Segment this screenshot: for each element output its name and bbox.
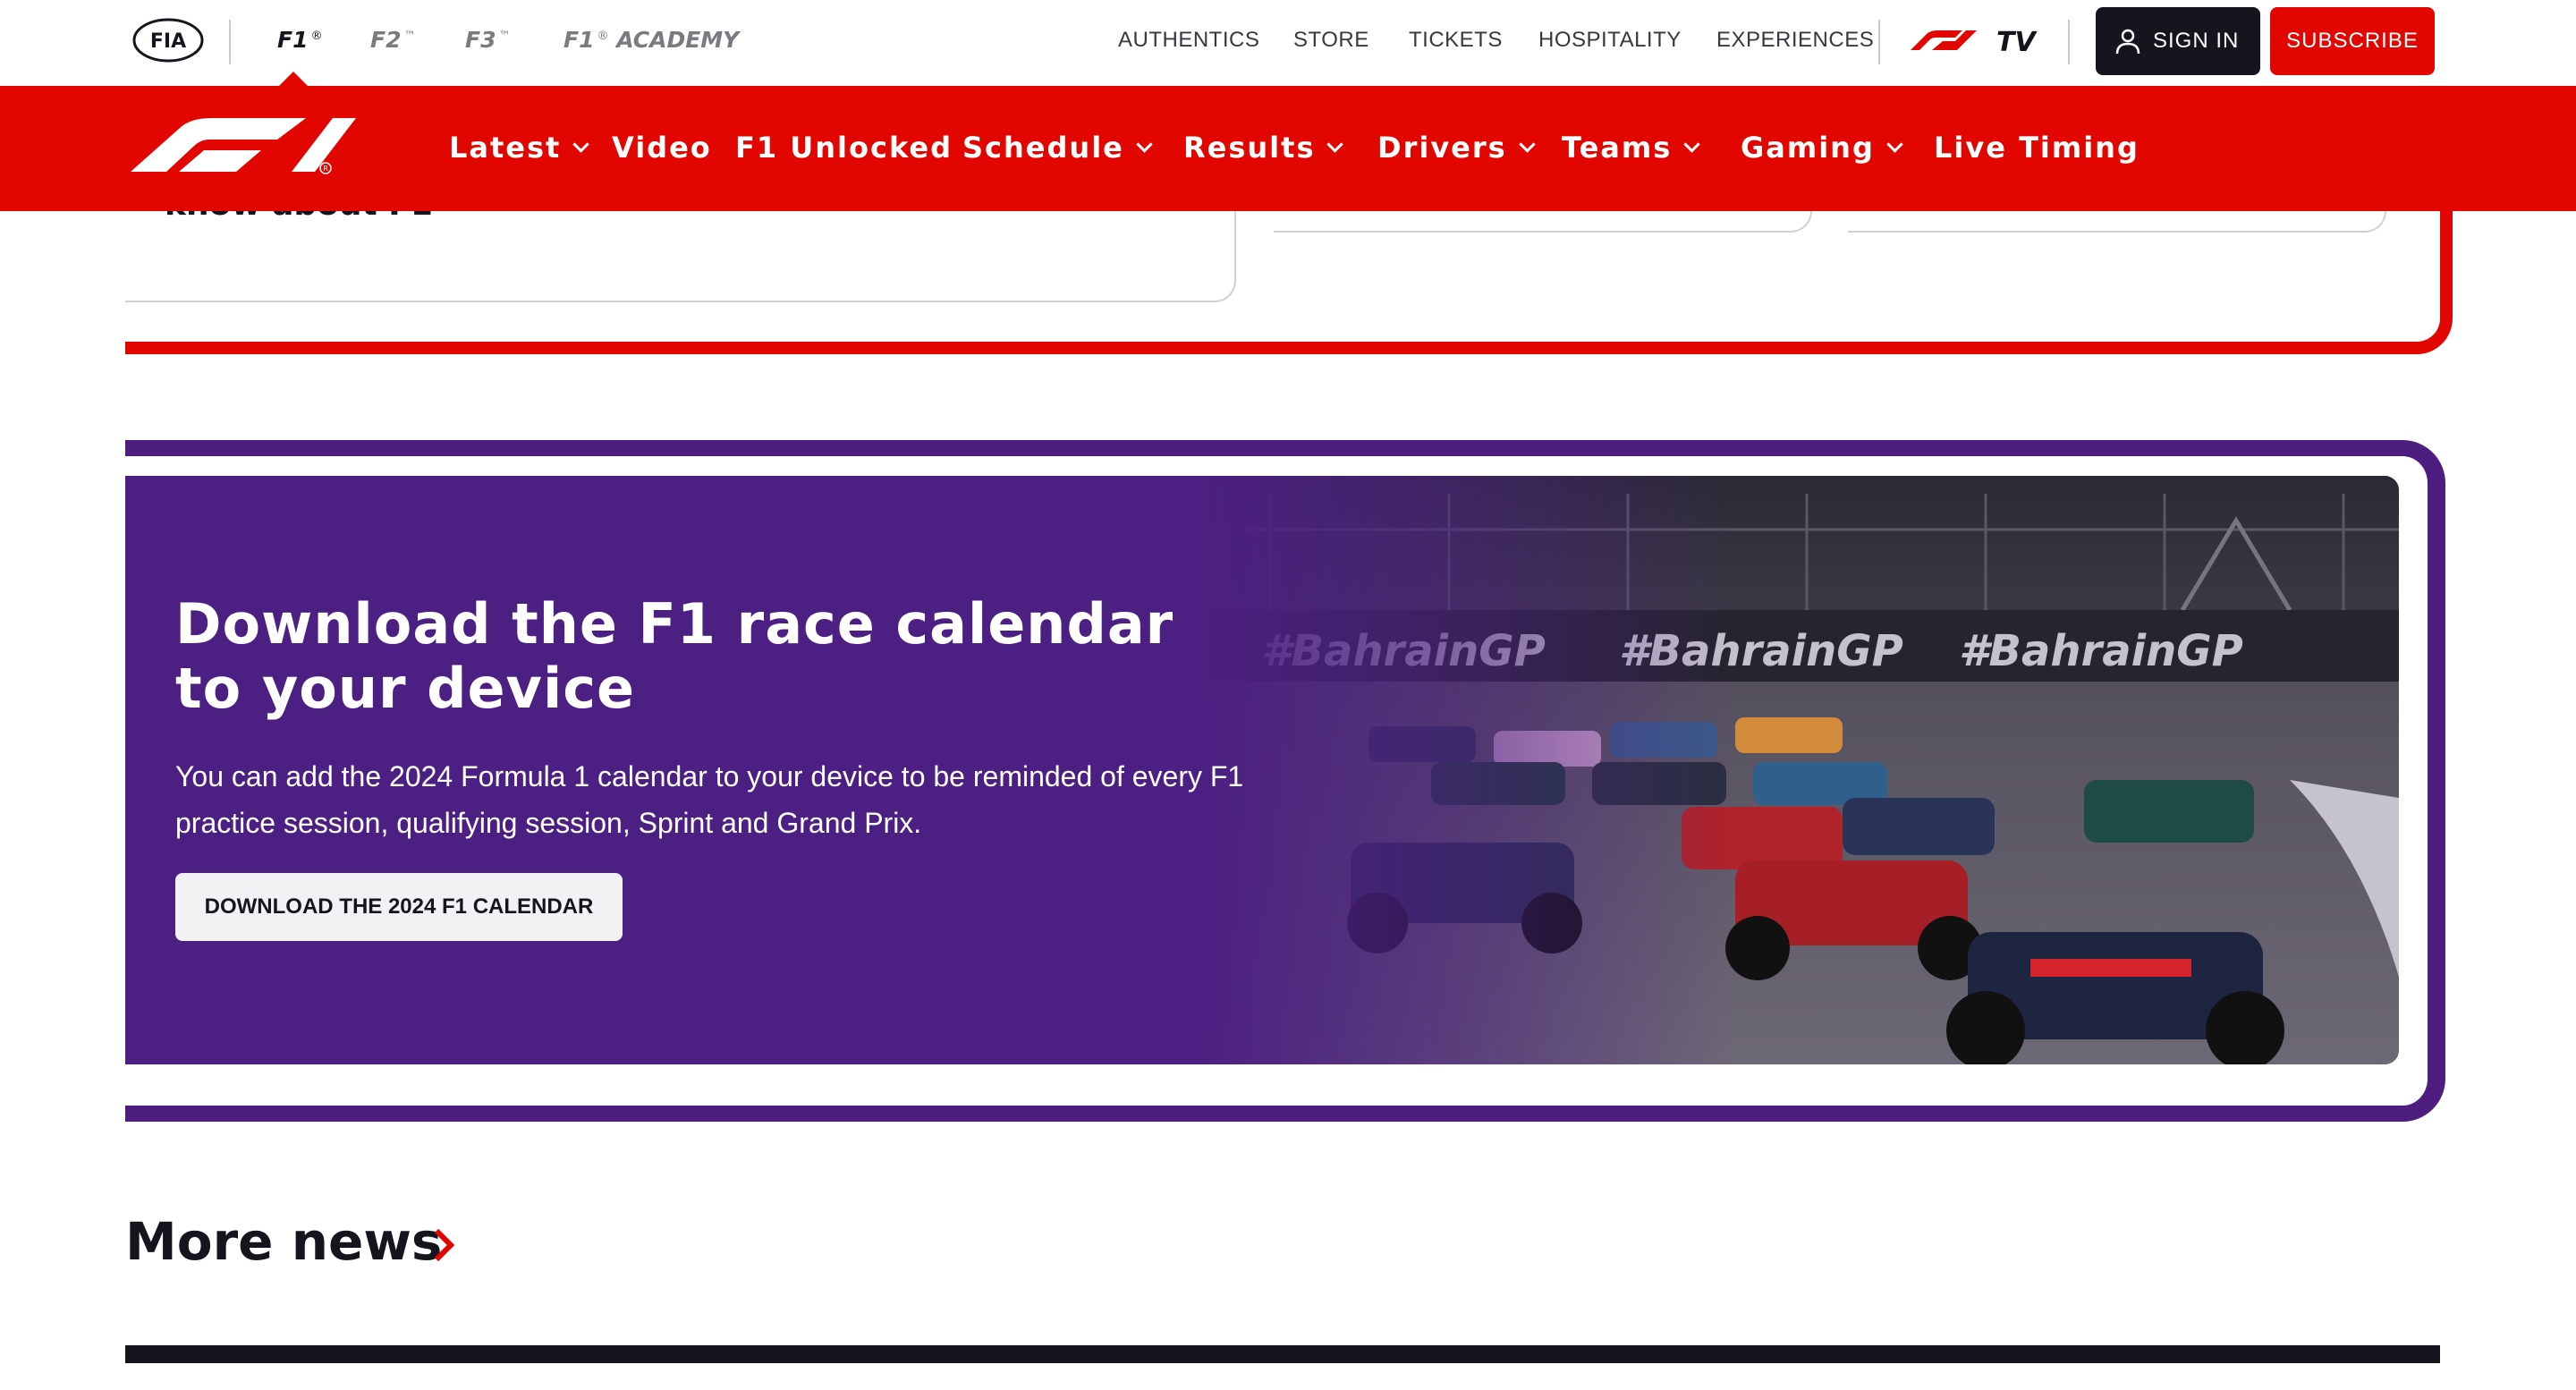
store-link[interactable]: STORE	[1293, 28, 1369, 53]
nav-drivers[interactable]: Drivers	[1377, 131, 1536, 165]
svg-text:FIA: FIA	[150, 30, 186, 53]
nav-results[interactable]: Results	[1183, 131, 1344, 165]
nav-latest[interactable]: Latest	[449, 131, 590, 165]
svg-text:#BahrainGP: #BahrainGP	[1959, 626, 2243, 676]
chevron-down-icon	[1136, 136, 1153, 153]
fia-logo[interactable]: FIA	[132, 18, 204, 63]
nav-gaming[interactable]: Gaming	[1741, 131, 1903, 165]
utility-bar: FIA F1 ® F2 ™ F3 ™ F1 ® ACADEMY AUTHENTICS S…	[0, 0, 2576, 86]
chevron-down-icon	[572, 136, 590, 153]
user-icon	[2115, 29, 2140, 55]
nav-schedule[interactable]: Schedule	[962, 131, 1153, 165]
promo-title: Download the F1 race calendar to your de…	[175, 591, 1174, 721]
series-f1-academy-link[interactable]: F1 ® ACADEMY	[564, 27, 739, 53]
nav-teams[interactable]: Teams	[1562, 131, 1700, 165]
divider	[2068, 20, 2070, 64]
chevron-down-icon	[1683, 136, 1700, 153]
series-f3-link[interactable]: F3 ™	[465, 27, 510, 53]
series-f2-link[interactable]: F2 ™	[370, 27, 415, 53]
hospitality-link[interactable]: HOSPITALITY	[1538, 28, 1682, 53]
active-series-indicator	[279, 72, 308, 86]
sign-in-label: SIGN IN	[2153, 29, 2240, 53]
promo-description: You can add the 2024 Formula 1 calendar …	[175, 760, 1244, 839]
tickets-link[interactable]: TICKETS	[1409, 28, 1503, 53]
divider	[229, 20, 231, 64]
f1-logo[interactable]: R	[125, 113, 358, 177]
sign-in-button[interactable]: SIGN IN	[2096, 7, 2260, 75]
svg-text:R: R	[323, 165, 328, 173]
section-divider	[125, 1345, 2440, 1363]
main-navigation: R Latest Video F1 Unlocked Schedule Resu…	[0, 86, 2576, 211]
chevron-down-icon	[1326, 136, 1344, 153]
experiences-link[interactable]: EXPERIENCES	[1716, 28, 1874, 53]
divider	[1878, 20, 1880, 64]
nav-f1-unlocked[interactable]: F1 Unlocked	[735, 131, 953, 165]
subscribe-label: SUBSCRIBE	[2286, 29, 2419, 53]
chevron-down-icon	[1519, 136, 1536, 153]
more-news-heading[interactable]: More news	[125, 1211, 442, 1272]
f1tv-logo[interactable]: TV	[1907, 23, 2041, 59]
calendar-promo: #BahrainGP #BahrainGP #BahrainGP	[125, 476, 2399, 1064]
chevron-right-icon[interactable]	[433, 1227, 454, 1263]
series-f1-link[interactable]: F1 ®	[277, 27, 322, 53]
authentics-link[interactable]: AUTHENTICS	[1118, 28, 1259, 53]
download-calendar-button[interactable]: DOWNLOAD THE 2024 F1 CALENDAR	[175, 873, 623, 941]
nav-video[interactable]: Video	[612, 131, 712, 165]
subscribe-button[interactable]: SUBSCRIBE	[2270, 7, 2435, 75]
nav-live-timing[interactable]: Live Timing	[1934, 131, 2140, 165]
chevron-down-icon	[1886, 136, 1903, 153]
svg-text:TV: TV	[1996, 27, 2038, 58]
